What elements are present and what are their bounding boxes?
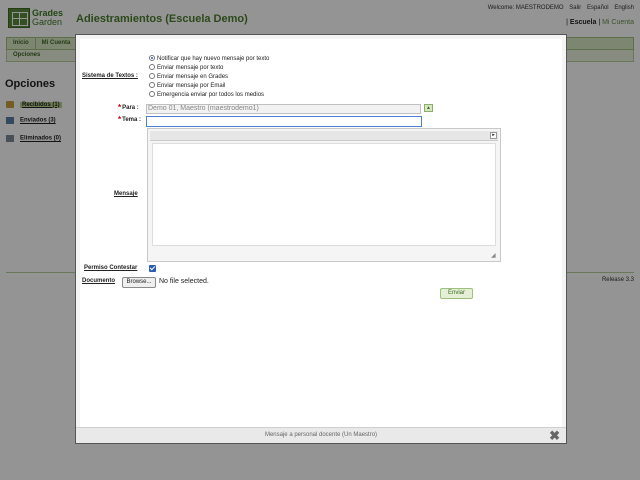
modal-caption: Mensaje a personal docente (Un Maestro) [264, 432, 378, 438]
radio-icon[interactable] [149, 91, 155, 97]
sistema-label: Sistema de Textos : [82, 73, 138, 79]
radio-selected-icon[interactable] [149, 55, 155, 61]
tema-label: *Tema : [118, 115, 142, 124]
tema-input[interactable] [146, 116, 422, 127]
radio-icon[interactable] [149, 82, 155, 88]
send-button[interactable]: Enviar [440, 288, 473, 299]
radio-icon[interactable] [149, 73, 155, 79]
notify-option-label: Enviar mensaje por Email [157, 83, 226, 89]
mensaje-label: Mensaje [114, 191, 138, 197]
close-icon[interactable]: ✖ [549, 428, 560, 444]
notify-option-0[interactable]: Notificar que hay nuevo mensaje por text… [149, 55, 269, 63]
para-field[interactable]: Demo 01, Maestro (maestrodemo1) [146, 104, 421, 114]
browse-button[interactable]: Browse... [122, 277, 156, 288]
notify-option-3[interactable]: Enviar mensaje por Email [149, 82, 225, 90]
modal-footer: Mensaje a personal docente (Un Maestro) … [76, 427, 566, 443]
editor-expand-icon[interactable]: ▸ [490, 132, 497, 139]
notify-option-4[interactable]: Emergencia enviar por todos los medios [149, 91, 264, 99]
documento-label: Documento [82, 278, 115, 284]
required-mark: * [118, 115, 122, 124]
message-editor: ▸ ◢ [147, 128, 501, 262]
permiso-label: Permiso Contestar [84, 265, 138, 271]
editor-toolbar: ▸ [150, 131, 498, 141]
chevron-up-icon[interactable]: ▲ [424, 104, 433, 112]
resize-handle-icon[interactable]: ◢ [491, 253, 497, 259]
notify-option-label: Enviar mensaje por texto [157, 65, 224, 71]
compose-form: Sistema de Textos : Notificar que hay nu… [80, 39, 562, 427]
notify-option-label: Notificar que hay nuevo mensaje por text… [157, 56, 270, 62]
no-file-text: No file selected. [159, 278, 209, 285]
notify-option-label: Emergencia enviar por todos los medios [157, 92, 265, 98]
required-mark: * [118, 103, 122, 112]
message-textarea[interactable] [152, 143, 496, 246]
compose-message-modal: Sistema de Textos : Notificar que hay nu… [75, 34, 567, 444]
para-label: *Para : [118, 103, 139, 112]
radio-icon[interactable] [149, 64, 155, 70]
permiso-checkbox[interactable] [149, 265, 156, 272]
notify-option-1[interactable]: Enviar mensaje por texto [149, 64, 223, 72]
notify-option-label: Enviar mensaje en Grades [157, 74, 229, 80]
notify-option-2[interactable]: Enviar mensaje en Grades [149, 73, 228, 81]
